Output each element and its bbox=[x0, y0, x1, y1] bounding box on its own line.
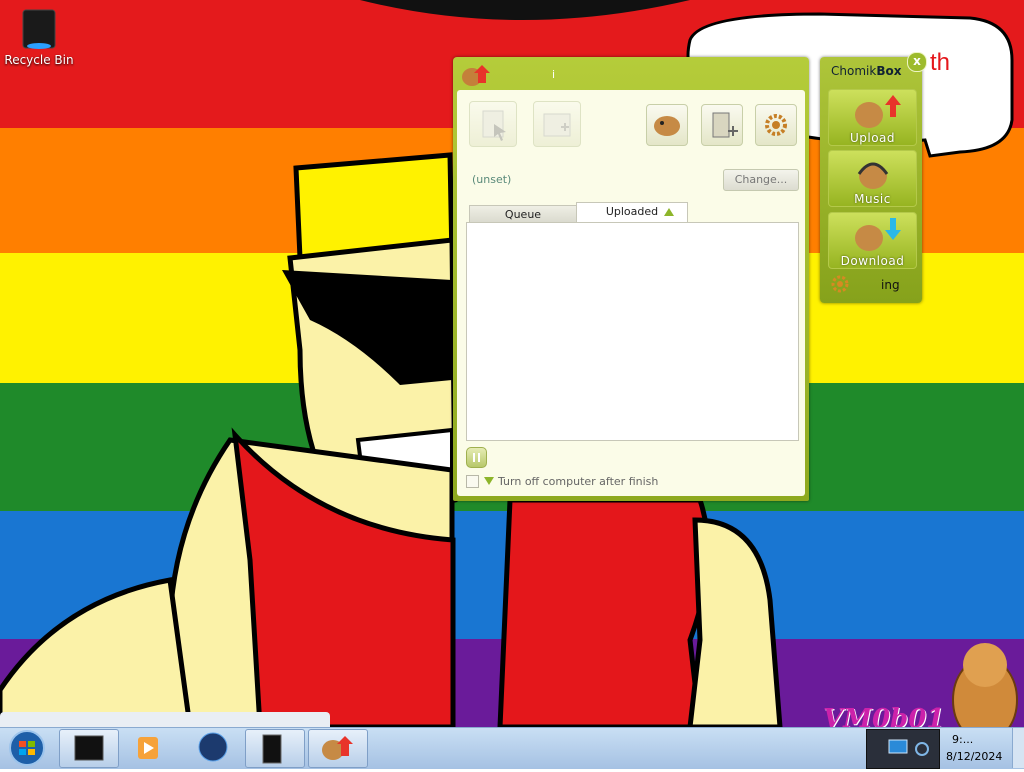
music-button[interactable]: Music bbox=[828, 150, 917, 207]
recycle-bin-label: Recycle Bin bbox=[4, 53, 74, 67]
chomik-account-button[interactable] bbox=[646, 104, 688, 146]
svg-text:th: th bbox=[930, 49, 950, 76]
taskbar-item-browser[interactable] bbox=[185, 729, 243, 766]
show-desktop-button[interactable] bbox=[1012, 728, 1024, 768]
shutdown-label: Turn off computer after finish bbox=[498, 475, 659, 488]
taskbar-item-explorer[interactable] bbox=[245, 729, 305, 768]
dropdown-arrow-icon[interactable] bbox=[484, 477, 494, 485]
upload-button[interactable]: Upload bbox=[828, 89, 917, 146]
pause-icon bbox=[473, 453, 480, 462]
taskbar-item-chomikbox[interactable] bbox=[308, 729, 368, 768]
music-label: Music bbox=[854, 192, 891, 206]
hamster-icon bbox=[654, 116, 680, 136]
download-button[interactable]: Download bbox=[828, 212, 917, 269]
chomikbox-app-icon bbox=[462, 65, 490, 86]
taskbar-item-cmd[interactable] bbox=[59, 729, 119, 768]
add-folder-button[interactable] bbox=[533, 101, 581, 147]
uploaded-list[interactable] bbox=[466, 222, 799, 441]
shutdown-checkbox[interactable] bbox=[466, 475, 479, 488]
trash-can-icon bbox=[22, 9, 56, 49]
hamster-headphones-icon bbox=[857, 162, 889, 189]
add-to-list-button[interactable] bbox=[701, 104, 743, 146]
tower-icon bbox=[262, 734, 282, 764]
pause-button[interactable] bbox=[466, 447, 487, 468]
media-player-icon bbox=[138, 737, 158, 759]
destination-path: (unset) bbox=[472, 173, 512, 186]
status-text: ing bbox=[881, 278, 900, 292]
download-label: Download bbox=[840, 254, 905, 268]
gear-icon bbox=[765, 114, 787, 136]
chomikbox-taskbar-icon bbox=[322, 736, 353, 760]
hamster-download-icon bbox=[855, 218, 901, 251]
window-title: i bbox=[552, 68, 556, 81]
clipboard-add-icon bbox=[712, 112, 738, 138]
side-panel-title: ChomikBox bbox=[831, 64, 901, 78]
hamster-upload-icon bbox=[855, 95, 901, 128]
settings-button[interactable] bbox=[755, 104, 797, 146]
start-button[interactable] bbox=[7, 729, 47, 767]
recycle-bin-icon[interactable]: Recycle Bin bbox=[4, 6, 74, 67]
tab-uploaded[interactable]: Uploaded bbox=[576, 202, 688, 224]
gear-icon[interactable] bbox=[830, 274, 850, 294]
folder-add-icon bbox=[543, 113, 571, 137]
tray-network-icon[interactable] bbox=[866, 729, 940, 769]
monitor-icon bbox=[888, 739, 929, 756]
clock-date[interactable]: 8/12/2024 bbox=[946, 750, 1002, 763]
change-button[interactable]: Change... bbox=[723, 169, 799, 191]
terminal-icon bbox=[74, 735, 104, 761]
side-title-box: Box bbox=[876, 64, 902, 78]
add-files-button[interactable] bbox=[469, 101, 517, 147]
globe-icon bbox=[198, 732, 228, 762]
side-title-chomik: Chomik bbox=[831, 64, 877, 78]
clock-time[interactable]: 9:... bbox=[952, 733, 973, 746]
close-button[interactable]: x bbox=[907, 52, 927, 72]
file-cursor-icon bbox=[482, 110, 506, 141]
sort-up-icon bbox=[664, 208, 674, 216]
tab-uploaded-label: Uploaded bbox=[605, 205, 659, 218]
taskbar-preview-strip bbox=[0, 712, 330, 728]
upload-label: Upload bbox=[849, 131, 896, 145]
taskbar-item-media-player[interactable] bbox=[125, 729, 183, 766]
